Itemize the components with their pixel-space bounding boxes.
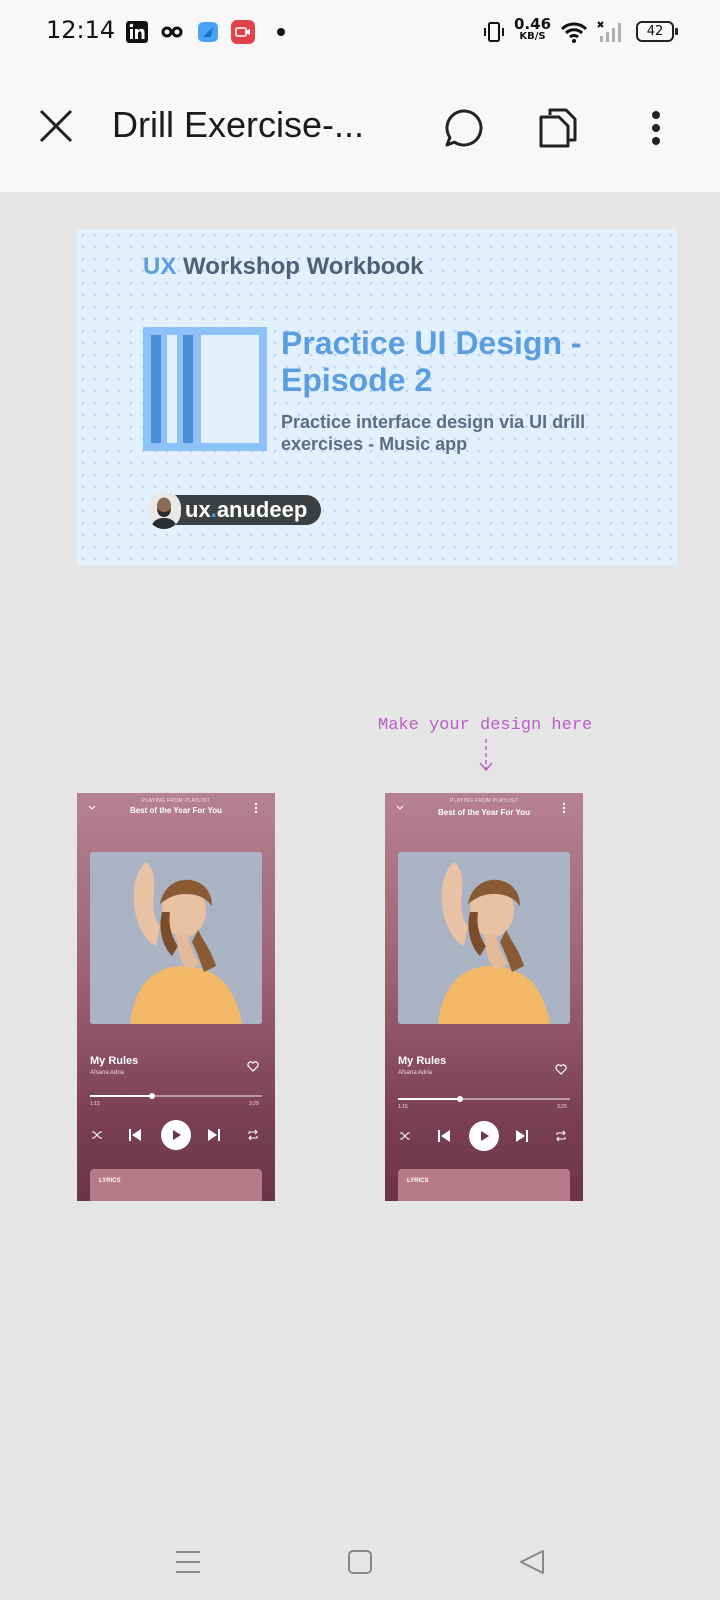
home-square-icon <box>348 1550 372 1574</box>
next-icon[interactable] <box>515 1129 529 1143</box>
lyrics-label: LYRICS <box>99 1178 121 1184</box>
lyrics-card[interactable]: LYRICS <box>90 1169 262 1201</box>
elapsed-time: 1:15 <box>90 1101 100 1107</box>
play-icon <box>173 1130 181 1140</box>
wifi-icon <box>560 22 588 43</box>
workbook-title-ux: UX <box>143 253 177 280</box>
artist-name: Afsana Adria <box>90 1070 125 1076</box>
playing-from-label: PLAYING FROM PLAYLIST <box>141 798 211 804</box>
notification-dot-icon <box>277 28 285 36</box>
workbook-title: UX Workshop Workbook <box>143 253 423 281</box>
design-canvas[interactable]: UX Workshop Workbook Practice UI Design … <box>0 192 720 1522</box>
artist-name: Afsana Adria <box>398 1070 433 1076</box>
play-icon <box>481 1131 489 1141</box>
arrow-down-icon <box>479 739 493 772</box>
pages-button[interactable] <box>530 100 586 156</box>
system-nav-bar <box>0 1522 720 1600</box>
network-speed-unit: KB/S <box>519 31 546 42</box>
signal-icon <box>597 21 621 42</box>
duration-time: 3:29 <box>249 1101 259 1107</box>
previous-icon[interactable] <box>437 1129 451 1143</box>
recents-button[interactable] <box>162 1542 214 1582</box>
battery-icon: 42 <box>636 21 678 42</box>
progress-knob[interactable] <box>148 1093 155 1099</box>
network-speed: 0.46 KB/S <box>514 17 551 42</box>
album-art <box>398 852 570 1024</box>
status-time: 12:14 <box>46 16 116 44</box>
playlist-name: Best of the Year For You <box>437 808 531 817</box>
menu-icon <box>176 1551 200 1573</box>
previous-icon[interactable] <box>128 1128 142 1142</box>
vibrate-icon <box>484 22 504 42</box>
blue-app-icon <box>198 22 218 42</box>
progress-bar[interactable] <box>90 1093 262 1099</box>
duration-time: 3:29 <box>557 1104 567 1110</box>
more-vert-icon <box>652 111 660 145</box>
next-icon[interactable] <box>207 1128 221 1142</box>
pages-icon <box>539 108 577 148</box>
playlist-name: Best of the Year For You <box>129 806 223 815</box>
progress-knob[interactable] <box>456 1096 463 1102</box>
workbook-title-rest: Workshop Workbook <box>176 253 424 280</box>
screen-recorder-icon <box>231 20 255 44</box>
album-art <box>90 852 262 1024</box>
status-bar: 12:14 0.46 KB/S 42 <box>0 0 720 64</box>
more-options-button[interactable] <box>630 100 682 156</box>
episode-title: Practice UI Design - Episode 2 <box>281 325 582 398</box>
playing-from-label: PLAYING FROM PLAYLIST <box>449 798 519 804</box>
lyrics-card[interactable]: LYRICS <box>398 1169 570 1201</box>
heart-icon[interactable] <box>555 1064 567 1075</box>
repeat-icon[interactable] <box>247 1129 259 1141</box>
repeat-icon[interactable] <box>555 1130 567 1142</box>
lyrics-label: LYRICS <box>407 1178 429 1184</box>
document-title: Drill Exercise-... <box>112 104 365 145</box>
more-vert-icon <box>254 802 258 814</box>
shuffle-icon[interactable] <box>91 1129 103 1141</box>
document-toolbar: Drill Exercise-... <box>0 64 720 192</box>
more-vert-icon <box>562 802 566 814</box>
workbook-cover-frame[interactable]: UX Workshop Workbook Practice UI Design … <box>77 229 677 565</box>
close-icon <box>39 109 73 143</box>
close-button[interactable] <box>30 100 82 152</box>
glasses-icon <box>161 26 183 38</box>
heart-icon[interactable] <box>247 1061 259 1072</box>
progress-fill <box>90 1095 152 1097</box>
linkedin-icon <box>126 21 148 43</box>
shuffle-icon[interactable] <box>399 1130 411 1142</box>
comment-icon <box>445 109 483 147</box>
book-illustration <box>143 327 267 451</box>
network-speed-value: 0.46 <box>514 15 552 33</box>
music-player-practice-frame[interactable]: PLAYING FROM PLAYLIST Best of the Year F… <box>385 793 583 1201</box>
song-title: My Rules <box>90 1055 139 1067</box>
design-hint-label: Make your design here <box>378 716 593 735</box>
play-button[interactable] <box>161 1120 191 1150</box>
progress-bar[interactable] <box>398 1096 570 1102</box>
home-button[interactable] <box>334 1542 386 1582</box>
back-button[interactable] <box>506 1542 558 1582</box>
avatar <box>147 491 181 529</box>
episode-subtitle: Practice interface design via UI drill e… <box>281 412 586 454</box>
music-player-reference-frame[interactable]: PLAYING FROM PLAYLIST Best of the Year F… <box>77 793 275 1201</box>
progress-fill <box>398 1098 460 1100</box>
song-title: My Rules <box>398 1055 447 1067</box>
play-button[interactable] <box>469 1121 499 1151</box>
back-triangle-icon <box>520 1550 544 1574</box>
comment-button[interactable] <box>436 100 492 156</box>
elapsed-time: 1:15 <box>398 1104 408 1110</box>
